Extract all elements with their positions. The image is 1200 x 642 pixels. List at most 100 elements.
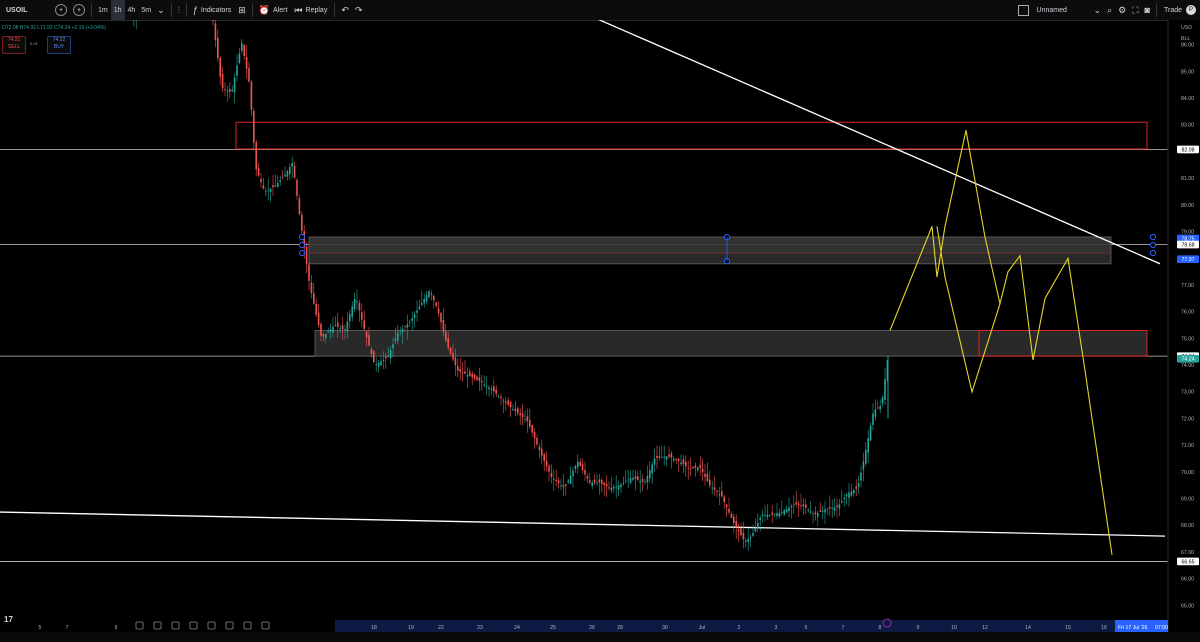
candle-body (389, 349, 392, 359)
selection-handle (298, 233, 306, 241)
time-tick-label: 3 (775, 625, 778, 631)
ohlc-legend: O72.08 H74.32 L71.92 C74.24 +2.19 (+3.04… (2, 25, 106, 31)
candle-body (867, 437, 869, 453)
camera-icon[interactable]: ◙ (1142, 0, 1153, 20)
candle-body (387, 355, 389, 358)
candle-body (857, 483, 860, 488)
price-tick-label: 65.00 (1181, 603, 1194, 609)
selection-handle (1149, 241, 1157, 249)
chart-area[interactable]: USDBLL97.0096.0095.0094.0093.0092.0091.0… (0, 20, 1200, 632)
candle-body (231, 89, 233, 92)
candle-body (466, 374, 469, 377)
quick-search-icon[interactable]: ⌕ (1104, 0, 1115, 20)
candle-body (821, 510, 824, 512)
time-tick-label: 23 (477, 625, 483, 631)
price-tick-label: 71.00 (1181, 443, 1194, 449)
candle-body (476, 376, 478, 380)
sell-button[interactable]: 74.21 SELL (2, 36, 26, 54)
compare-icon[interactable]: + (73, 4, 85, 16)
settings-icon[interactable]: ⚙ (1115, 0, 1129, 20)
candle-body (653, 458, 656, 465)
buy-button[interactable]: 74.22 BUY (47, 36, 71, 54)
candle-body (382, 359, 385, 361)
trade-button[interactable]: Trade (1160, 0, 1186, 20)
candle-body (860, 472, 862, 481)
candle-body (425, 295, 428, 302)
tradingview-logo: 17 (4, 615, 13, 624)
candle-body (677, 458, 680, 461)
templates-icon[interactable]: ⊞ (235, 0, 249, 20)
candle-body (569, 475, 572, 484)
candle-body (723, 496, 725, 502)
candle-body (749, 536, 752, 538)
bar-style-icon[interactable]: ⫶ (175, 0, 183, 20)
interval-1m[interactable]: 1m (95, 0, 111, 20)
alert-button[interactable]: Alert (273, 0, 291, 20)
price-tick-label: 85.00 (1181, 69, 1194, 75)
candle-body (457, 366, 459, 371)
candle-body (869, 425, 872, 441)
interval-1h[interactable]: 1h (110, 0, 125, 20)
price-label: 77.97 (1182, 257, 1195, 263)
selection-handle (1149, 233, 1157, 241)
candle-body (641, 478, 644, 482)
candle-body (663, 456, 665, 458)
interval-5m[interactable]: 5m (138, 0, 154, 20)
price-tick-label: 69.00 (1181, 497, 1194, 503)
candle-body (397, 332, 399, 341)
current-time: 07:00 (1155, 625, 1168, 631)
candle-body (788, 507, 790, 512)
candle-body (320, 323, 322, 336)
candle-body (790, 506, 793, 508)
candle-body (349, 314, 351, 322)
candle-body (445, 331, 447, 341)
candle-body (675, 458, 677, 460)
chevron-down-icon[interactable]: ⌄ (1091, 0, 1105, 20)
candle-body (721, 491, 723, 497)
candle-body (423, 299, 425, 304)
candle-body (637, 476, 639, 480)
redo-icon[interactable]: ↷ (352, 0, 366, 20)
candle-body (757, 522, 759, 529)
price-tick-label: 80.00 (1181, 203, 1194, 209)
candle-body (545, 460, 548, 467)
undo-icon[interactable]: ↶ (338, 0, 352, 20)
candle-body (577, 461, 579, 468)
candle-body (581, 464, 584, 471)
candle-body (495, 389, 497, 394)
candle-body (250, 81, 253, 110)
layout-name[interactable]: Unnamed (1033, 0, 1091, 20)
chevron-down-icon[interactable]: ⌄ (154, 0, 168, 20)
candle-body (877, 407, 879, 409)
candle-body (481, 381, 483, 383)
candle-body (872, 413, 874, 425)
candle-body (567, 480, 569, 483)
alert-icon: ⏰ (258, 4, 271, 15)
candle-body (737, 529, 740, 532)
candle-body (421, 302, 423, 305)
candle-body (646, 475, 649, 483)
trendline (598, 20, 1161, 265)
plot-area (0, 20, 1168, 562)
layout-icon[interactable] (1017, 4, 1029, 16)
avatar[interactable]: P (1186, 5, 1196, 15)
candle-body (274, 185, 277, 187)
zone-rectangle (308, 236, 1112, 265)
candle-body (807, 509, 809, 511)
add-symbol-icon[interactable]: + (55, 4, 67, 16)
candle-body (255, 142, 257, 170)
indicators-button[interactable]: Indicators (201, 0, 235, 20)
candle-body (346, 321, 349, 332)
selection-handle (298, 249, 306, 257)
candle-body (728, 508, 730, 513)
candle-body (781, 511, 783, 513)
candle-body (344, 329, 346, 331)
fullscreen-icon[interactable]: ⛶ (1129, 0, 1141, 20)
divider (1155, 3, 1157, 17)
replay-button[interactable]: Replay (306, 0, 332, 20)
price-tick-label: 73.00 (1181, 390, 1194, 396)
symbol-search[interactable]: USOIL (2, 0, 52, 20)
candle-body (339, 328, 341, 329)
candles (133, 20, 889, 551)
interval-4h[interactable]: 4h (125, 0, 139, 20)
